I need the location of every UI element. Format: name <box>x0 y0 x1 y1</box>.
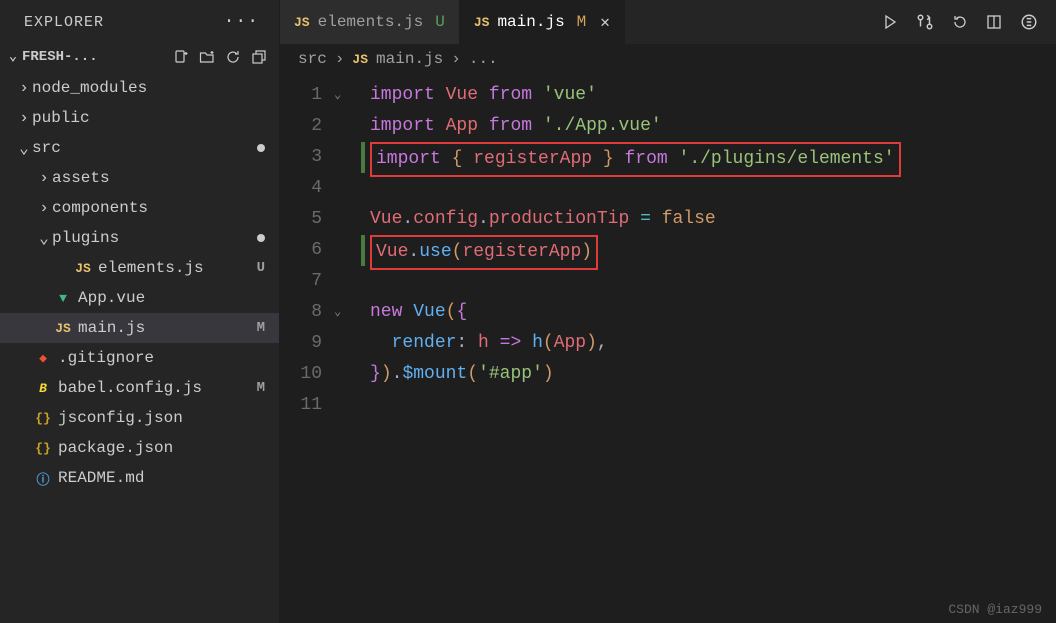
fold-gutter: ⌄⌄ <box>340 80 360 421</box>
explorer-title: EXPLORER <box>24 14 104 31</box>
refresh-icon[interactable] <box>225 49 241 65</box>
modified-dot-icon <box>257 234 265 242</box>
breadcrumb-seg[interactable]: src <box>298 50 327 68</box>
json-file-icon: {} <box>32 441 54 456</box>
split-editor-icon[interactable] <box>986 14 1002 30</box>
modified-badge: M <box>257 320 265 336</box>
chevron-right-icon: › <box>36 199 52 217</box>
breadcrumb-seg[interactable]: main.js <box>376 50 443 68</box>
explorer-more-icon[interactable]: ··· <box>224 12 259 32</box>
editor-area: JS elements.js U JS main.js M ✕ src › JS… <box>280 0 1056 623</box>
chevron-down-icon: ⌄ <box>36 228 52 248</box>
diff-added-mark <box>361 235 365 266</box>
highlight-annotation: Vue.use(registerApp) <box>370 235 598 270</box>
file-elements-js[interactable]: JSelements.jsU <box>0 253 279 283</box>
modified-badge: M <box>577 13 587 31</box>
chevron-right-icon: › <box>16 79 32 97</box>
new-file-icon[interactable] <box>173 49 189 65</box>
line-numbers: 1234567891011 <box>280 80 340 421</box>
file-app-vue[interactable]: ▼App.vue <box>0 283 279 313</box>
untracked-badge: U <box>257 260 265 276</box>
fold-icon[interactable]: ⌄ <box>334 297 341 328</box>
js-file-icon: JS <box>72 261 94 276</box>
section-header[interactable]: ⌄ FRESH-... <box>0 44 279 69</box>
git-compare-icon[interactable] <box>916 13 934 31</box>
file-gitignore[interactable]: ◆.gitignore <box>0 343 279 373</box>
file-package-json[interactable]: {}package.json <box>0 433 279 463</box>
js-file-icon: JS <box>294 15 310 30</box>
folder-public[interactable]: ›public <box>0 103 279 133</box>
watermark: CSDN @iaz999 <box>948 602 1042 617</box>
overflow-icon[interactable] <box>1020 13 1038 31</box>
modified-dot-icon <box>257 144 265 152</box>
code-lines[interactable]: import Vue from 'vue' import App from '.… <box>366 80 1056 421</box>
explorer-header: EXPLORER ··· <box>0 0 279 44</box>
js-file-icon: JS <box>474 15 490 30</box>
collapse-all-icon[interactable] <box>251 49 267 65</box>
editor-actions <box>864 13 1056 31</box>
chevron-down-icon: ⌄ <box>4 48 22 65</box>
diff-added-mark <box>361 142 365 173</box>
folder-assets[interactable]: ›assets <box>0 163 279 193</box>
revert-icon[interactable] <box>952 14 968 30</box>
fold-icon[interactable]: ⌄ <box>334 80 341 111</box>
chevron-right-icon: › <box>451 50 461 68</box>
folder-components[interactable]: ›components <box>0 193 279 223</box>
breadcrumb[interactable]: src › JS main.js › ... <box>280 44 1056 74</box>
info-file-icon: ⓘ <box>32 469 54 488</box>
tab-main-js[interactable]: JS main.js M ✕ <box>460 0 625 44</box>
modified-badge: M <box>257 380 265 396</box>
explorer-sidebar: EXPLORER ··· ⌄ FRESH-... ›node_modules ›… <box>0 0 280 623</box>
json-file-icon: {} <box>32 411 54 426</box>
chevron-right-icon: › <box>335 50 345 68</box>
section-label: FRESH-... <box>22 49 173 65</box>
highlight-annotation: import { registerApp } from './plugins/e… <box>370 142 901 177</box>
babel-file-icon: B <box>32 381 54 396</box>
code-editor[interactable]: 1234567891011 ⌄⌄ import Vue from 'vue' i… <box>280 74 1056 427</box>
file-main-js[interactable]: JSmain.jsM <box>0 313 279 343</box>
tab-label: elements.js <box>318 13 424 31</box>
folder-node-modules[interactable]: ›node_modules <box>0 73 279 103</box>
git-file-icon: ◆ <box>32 351 54 366</box>
tab-label: main.js <box>497 13 564 31</box>
tab-elements-js[interactable]: JS elements.js U <box>280 0 460 44</box>
untracked-badge: U <box>435 13 445 31</box>
new-folder-icon[interactable] <box>199 49 215 65</box>
js-file-icon: JS <box>52 321 74 336</box>
chevron-down-icon: ⌄ <box>16 138 32 158</box>
vue-file-icon: ▼ <box>52 291 74 306</box>
file-tree: ›node_modules ›public ⌄src ›assets ›comp… <box>0 69 279 493</box>
chevron-right-icon: › <box>16 109 32 127</box>
file-jsconfig[interactable]: {}jsconfig.json <box>0 403 279 433</box>
breadcrumb-seg[interactable]: ... <box>469 50 498 68</box>
chevron-right-icon: › <box>36 169 52 187</box>
run-icon[interactable] <box>882 14 898 30</box>
tabs-bar: JS elements.js U JS main.js M ✕ <box>280 0 1056 44</box>
js-file-icon: JS <box>352 52 368 67</box>
file-readme[interactable]: ⓘREADME.md <box>0 463 279 493</box>
folder-src[interactable]: ⌄src <box>0 133 279 163</box>
close-icon[interactable]: ✕ <box>600 12 610 32</box>
file-babel-config[interactable]: Bbabel.config.jsM <box>0 373 279 403</box>
folder-plugins[interactable]: ⌄plugins <box>0 223 279 253</box>
